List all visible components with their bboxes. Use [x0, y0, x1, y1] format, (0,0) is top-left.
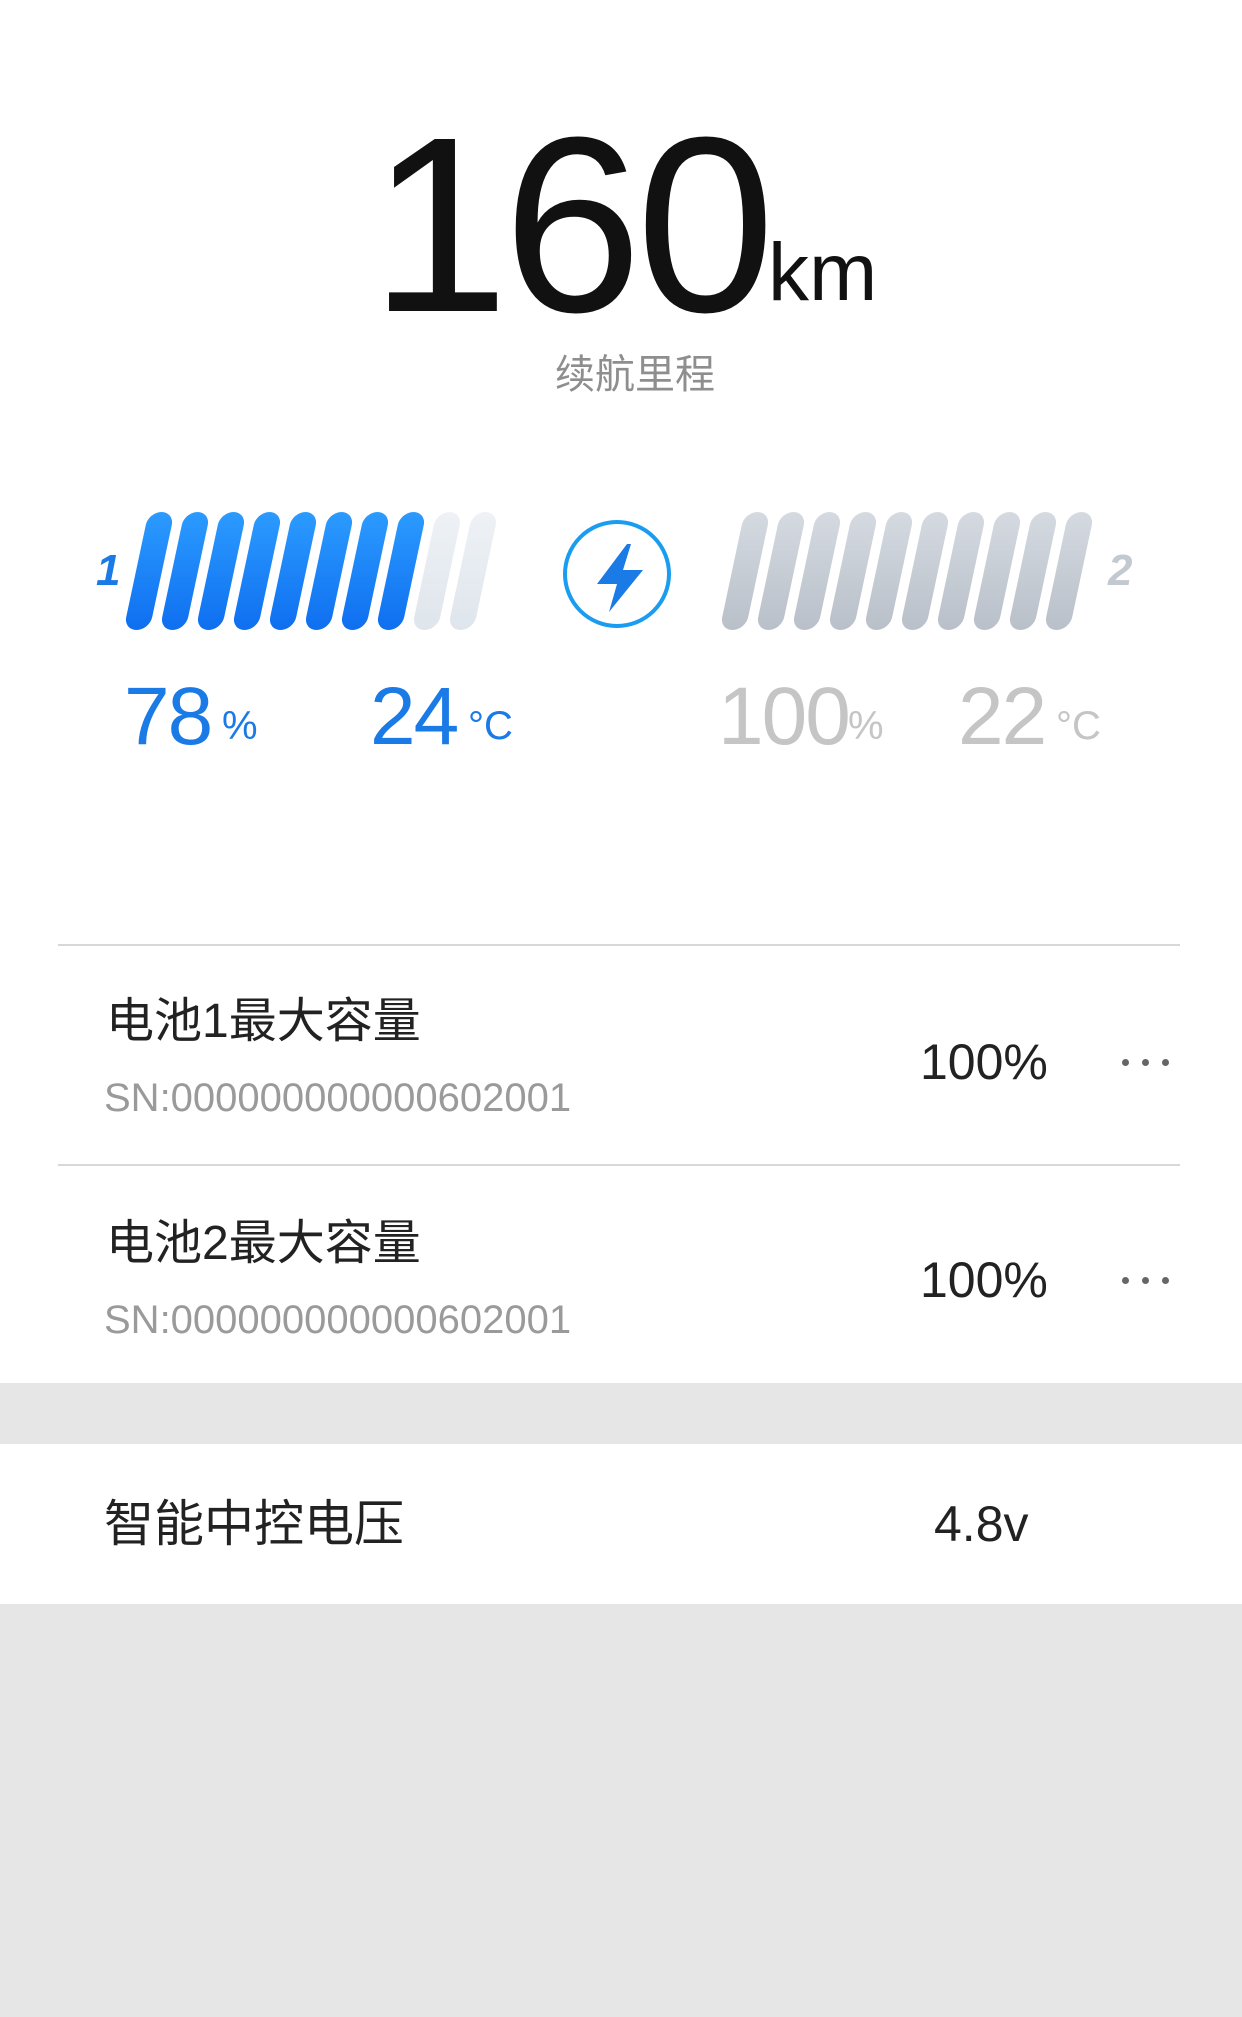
battery-1-percent-unit: %: [222, 704, 258, 748]
row-value: 100%: [920, 1252, 1048, 1308]
divider: [58, 944, 1180, 946]
battery-2-level-bars: [719, 512, 1110, 630]
more-icon[interactable]: [1122, 1274, 1172, 1286]
battery-2-temperature: 22: [958, 671, 1047, 762]
row-title: 电池2最大容量: [106, 1217, 421, 1270]
battery-1-percent: 78: [124, 671, 213, 762]
range-unit: km: [768, 227, 878, 318]
range-label: 续航里程: [555, 353, 715, 397]
battery-1-temperature: 24: [370, 671, 459, 762]
battery-2-temperature-unit: °C: [1056, 704, 1101, 748]
lightning-bolt-icon: [597, 544, 643, 612]
battery-2-index: 2: [1108, 546, 1133, 595]
divider: [58, 1164, 1180, 1166]
battery-1-level-bars: [123, 512, 514, 630]
voltage-value: 4.8v: [934, 1496, 1029, 1552]
charging-button[interactable]: [563, 520, 671, 628]
range-value: 160: [370, 85, 775, 364]
row-title: 电池1最大容量: [106, 995, 421, 1048]
voltage-row[interactable]: 智能中控电压 4.8v: [0, 1444, 1242, 1604]
row-value: 100%: [920, 1034, 1048, 1090]
battery-2-percent: 100: [718, 671, 851, 762]
battery-2-percent-unit: %: [848, 704, 884, 748]
row-serial-number: SN:000000000000602001: [104, 1298, 572, 1342]
battery-1-temperature-unit: °C: [468, 704, 513, 748]
more-icon[interactable]: [1122, 1056, 1172, 1068]
battery-1-index: 1: [96, 546, 121, 595]
battery-overview: 160 km 续航里程 1 2 78 % 24 °C 100 % 22 °C 电…: [0, 0, 1242, 1383]
voltage-label: 智能中控电压: [104, 1496, 404, 1552]
row-serial-number: SN:000000000000602001: [104, 1076, 572, 1120]
